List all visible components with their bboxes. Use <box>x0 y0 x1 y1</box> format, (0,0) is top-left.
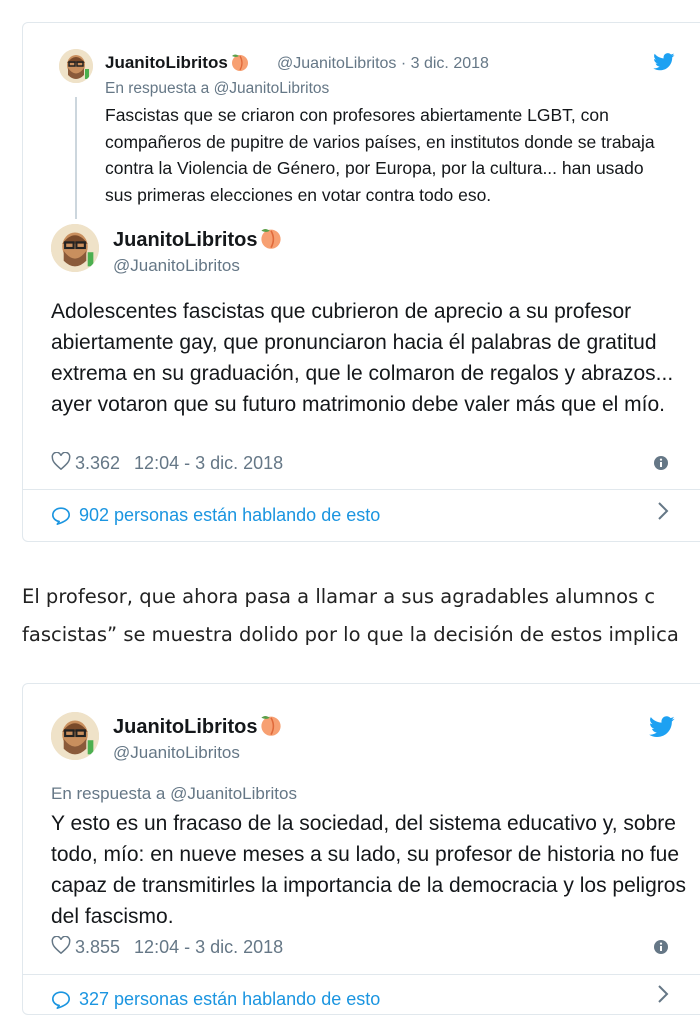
conversation-link[interactable]: 327 personas están hablando de esto <box>51 989 380 1010</box>
author-name-text: JuanitoLibritos <box>113 716 258 738</box>
quoted-avatar[interactable] <box>59 49 93 83</box>
quote-thread-line <box>75 97 77 219</box>
author-handle[interactable]: @JuanitoLibritos <box>113 256 240 276</box>
tweet-text: Adolescentes fascistas que cubrieron de … <box>51 300 674 416</box>
author-avatar[interactable] <box>51 712 99 760</box>
article-paragraph-line-1: El profesor, que ahora pasa a llamar a s… <box>22 585 656 608</box>
author-name-text: JuanitoLibritos <box>113 229 258 251</box>
like-count[interactable]: 3.855 <box>75 937 120 958</box>
tweet-card-2[interactable]: JuanitoLibritos @JuanitoLibritos En resp… <box>22 683 700 1015</box>
quoted-handle-date[interactable]: @JuanitoLibritos · 3 dic. 2018 <box>277 55 489 73</box>
heart-icon[interactable] <box>51 451 71 475</box>
chevron-right-icon[interactable] <box>657 501 669 527</box>
author-name[interactable]: JuanitoLibritos <box>113 714 283 742</box>
quoted-author-name-text: JuanitoLibritos <box>105 53 228 72</box>
author-name[interactable]: JuanitoLibritos <box>113 227 283 255</box>
speech-bubble-icon <box>51 990 71 1009</box>
twitter-bird-icon[interactable] <box>649 716 675 743</box>
author-avatar[interactable] <box>51 224 99 272</box>
quoted-reply-to[interactable]: En respuesta a @JuanitoLibritos <box>105 80 329 98</box>
conversation-text: 902 personas están hablando de esto <box>79 505 381 525</box>
info-icon[interactable] <box>653 455 669 476</box>
tweet-timestamp[interactable]: 12:04 - 3 dic. 2018 <box>134 937 283 958</box>
divider <box>23 974 700 975</box>
peach-emoji-icon <box>259 227 283 255</box>
chevron-right-icon[interactable] <box>657 984 669 1010</box>
tweet-meta: 3.855 12:04 - 3 dic. 2018 <box>51 935 283 959</box>
tweet-card-1[interactable]: JuanitoLibritos @JuanitoLibritos · 3 dic… <box>22 22 700 542</box>
tweet-timestamp[interactable]: 12:04 - 3 dic. 2018 <box>134 453 283 474</box>
speech-bubble-icon <box>51 506 71 525</box>
article-paragraph-line-2: fascistas” se muestra dolido por lo que … <box>22 623 679 646</box>
conversation-link[interactable]: 902 personas están hablando de esto <box>51 505 380 526</box>
like-count[interactable]: 3.362 <box>75 453 120 474</box>
twitter-bird-icon[interactable] <box>653 53 675 76</box>
reply-to[interactable]: En respuesta a @JuanitoLibritos <box>51 784 297 804</box>
peach-emoji-icon <box>230 53 250 76</box>
tweet-text: Y esto es un fracaso de la sociedad, del… <box>51 812 686 928</box>
info-icon[interactable] <box>653 939 669 960</box>
quoted-author-name[interactable]: JuanitoLibritos <box>105 53 250 76</box>
heart-icon[interactable] <box>51 935 71 959</box>
quoted-tweet-text: Fascistas que se criaron con profesores … <box>105 105 655 205</box>
peach-emoji-icon <box>259 714 283 742</box>
author-handle[interactable]: @JuanitoLibritos <box>113 743 240 763</box>
divider <box>23 489 700 490</box>
tweet-meta: 3.362 12:04 - 3 dic. 2018 <box>51 451 283 475</box>
conversation-text: 327 personas están hablando de esto <box>79 989 381 1009</box>
